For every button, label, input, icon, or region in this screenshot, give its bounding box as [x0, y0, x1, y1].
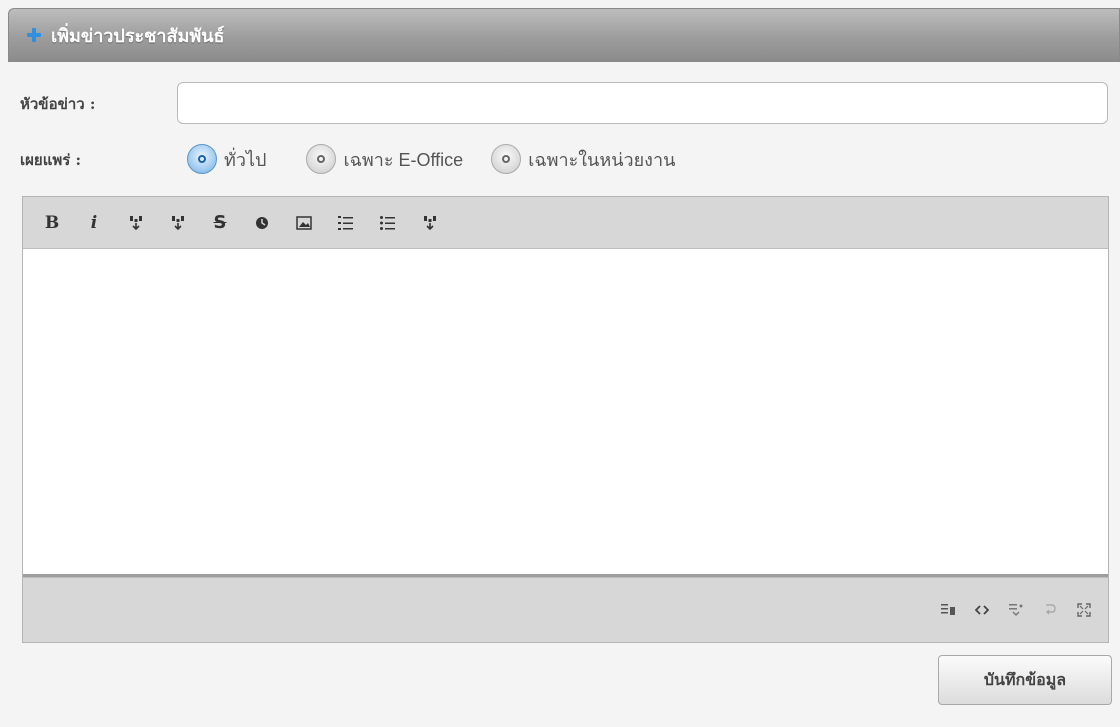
fullscreen-icon[interactable] [1070, 596, 1098, 624]
subscript-button[interactable] [163, 208, 193, 238]
save-button[interactable]: บันทึกข้อมูล [938, 655, 1112, 705]
unordered-list-icon [380, 215, 395, 230]
ordered-list-button[interactable] [331, 208, 361, 238]
code-view-icon[interactable] [968, 596, 996, 624]
ordered-list-icon [338, 215, 353, 230]
publish-option-label: ทั่วไป [224, 149, 267, 170]
color-button[interactable] [247, 208, 277, 238]
news-title-input[interactable] [177, 82, 1108, 124]
editor-toolbar: B i S [23, 197, 1108, 249]
editor-statusbar [23, 578, 1108, 642]
panel-header: เพิ่มข่าวประชาสัมพันธ์ [8, 8, 1120, 62]
word-count-icon[interactable] [934, 596, 962, 624]
publish-option-department[interactable]: เฉพาะในหน่วยงาน [491, 144, 675, 174]
insert-image-button[interactable] [289, 208, 319, 238]
page: เพิ่มข่าวประชาสัมพันธ์ หัวข้อข่าว : เผยแ… [0, 0, 1120, 727]
undo-icon[interactable] [1036, 596, 1064, 624]
image-icon [296, 215, 312, 230]
more-tools-icon [424, 215, 436, 230]
publish-option-general[interactable]: ทั่วไป [187, 144, 266, 174]
publish-radio-group: ทั่วไป เฉพาะ E-Office เฉพาะในหน่วยงาน [187, 144, 675, 174]
strikethrough-button[interactable]: S [205, 208, 235, 238]
rich-text-editor: B i S [22, 196, 1109, 643]
title-label: หัวข้อข่าว : [20, 95, 96, 113]
format-icon[interactable] [1002, 596, 1030, 624]
more-tools-button[interactable] [415, 208, 445, 238]
radio-checked-icon[interactable] [187, 144, 217, 174]
bold-button[interactable]: B [37, 208, 67, 238]
publish-option-label: เฉพาะในหน่วยงาน [528, 149, 676, 170]
publish-option-eoffice[interactable]: เฉพาะ E-Office [306, 144, 463, 174]
publish-option-label: เฉพาะ E-Office [343, 149, 464, 170]
superscript-button[interactable] [121, 208, 151, 238]
superscript-icon [130, 215, 142, 230]
radio-unchecked-icon[interactable] [491, 144, 522, 174]
radio-unchecked-icon[interactable] [306, 144, 337, 174]
unordered-list-button[interactable] [373, 208, 403, 238]
panel-title: เพิ่มข่าวประชาสัมพันธ์ [51, 25, 225, 47]
editor-content-area[interactable] [23, 249, 1108, 574]
publish-label: เผยแพร่ : [20, 151, 82, 169]
color-icon [256, 216, 268, 229]
subscript-icon [172, 215, 184, 230]
italic-button[interactable]: i [79, 208, 109, 238]
plus-icon [27, 28, 41, 42]
